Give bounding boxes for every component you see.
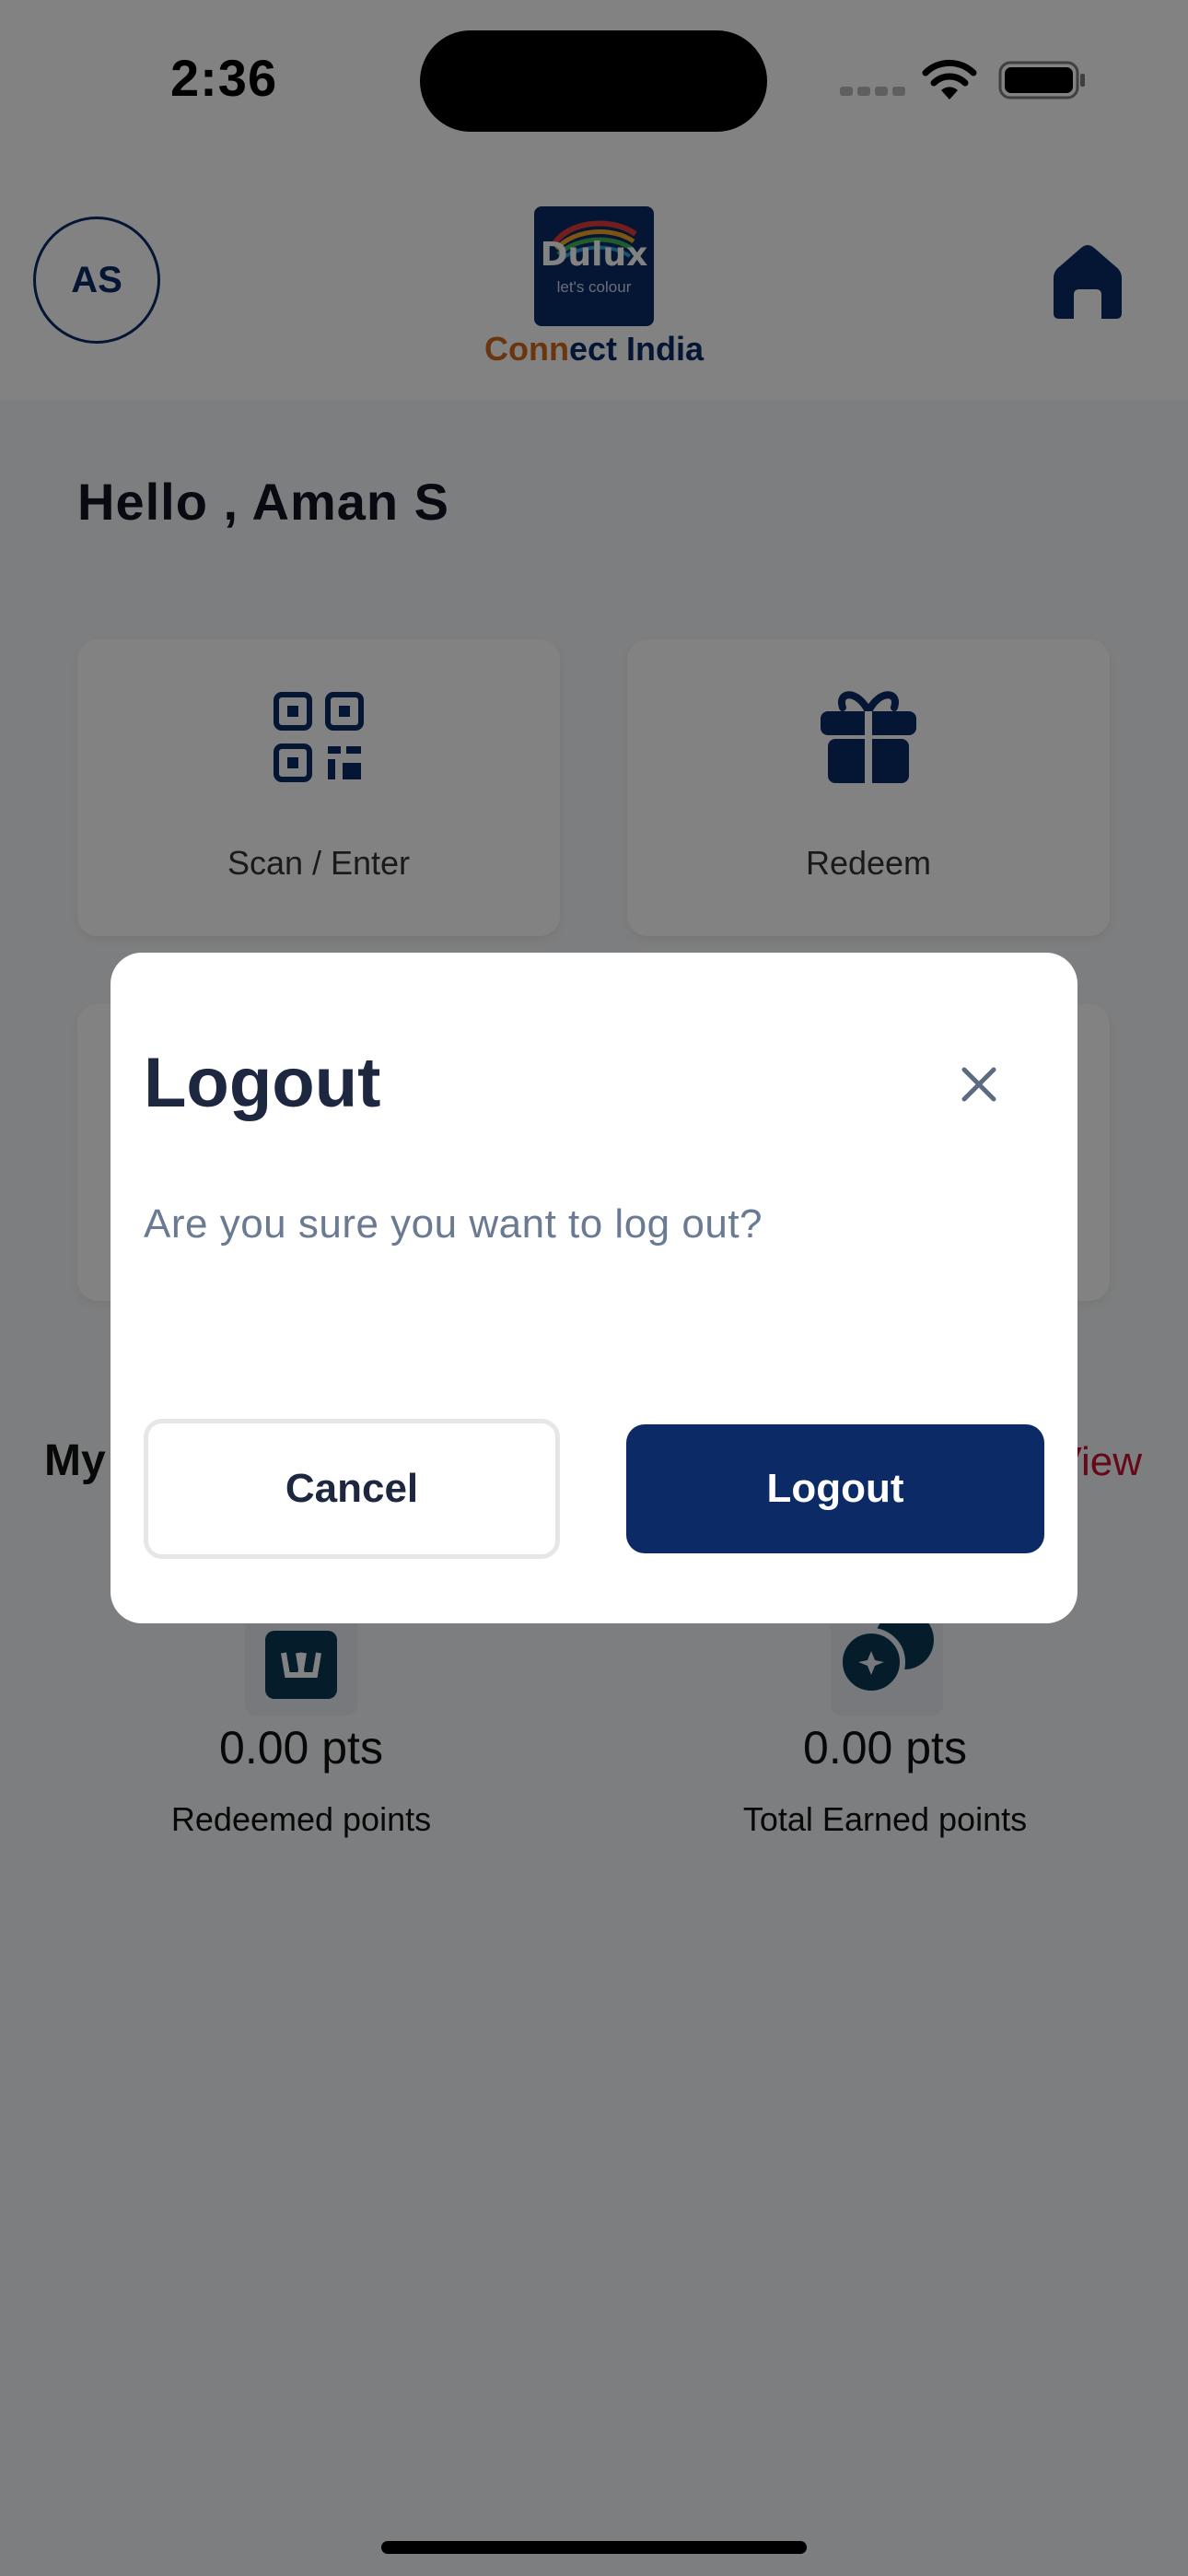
cancel-button[interactable]: Cancel bbox=[144, 1419, 560, 1559]
close-button[interactable] bbox=[947, 1052, 1011, 1117]
logout-confirm-button[interactable]: Logout bbox=[626, 1424, 1044, 1553]
close-icon bbox=[961, 1067, 996, 1102]
dialog-message: Are you sure you want to log out? bbox=[144, 1201, 763, 1247]
dialog-title: Logout bbox=[144, 1044, 381, 1122]
